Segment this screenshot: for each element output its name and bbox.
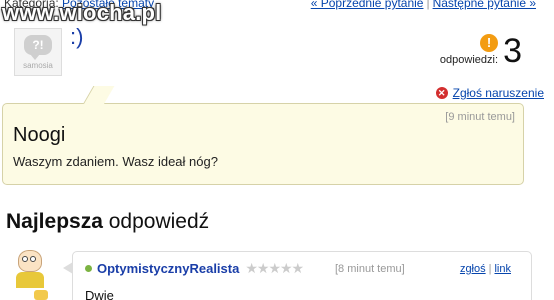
rating-stars: ★★★★★: [245, 260, 304, 276]
avatar-brand: samosia: [23, 60, 53, 70]
report-violation[interactable]: ✕ Zgłoś naruszenie: [435, 86, 544, 100]
answer-actions: zgłoś | link: [460, 263, 511, 275]
warning-icon: !: [480, 34, 498, 52]
avatar-eye-right: [30, 256, 36, 262]
question-author-name[interactable]: :): [70, 24, 83, 50]
answer-author-avatar[interactable]: [10, 248, 50, 288]
question-time: [9 minut temu]: [445, 111, 515, 123]
question-author-avatar[interactable]: ?! samosia: [14, 28, 62, 76]
watermark: www.wiocha.pl: [2, 0, 162, 25]
best-answer-heading-rest: odpowiedź: [102, 210, 210, 233]
answer-text: Dwie: [85, 288, 114, 300]
answer-time: [8 minut temu]: [335, 263, 405, 275]
report-answer-link[interactable]: zgłoś: [460, 263, 486, 275]
avatar-eye-left: [22, 256, 28, 262]
speech-bubble-icon: ?!: [24, 34, 52, 60]
answers-count: 3: [503, 32, 522, 70]
previous-question-link[interactable]: « Poprzednie pytanie: [311, 0, 424, 10]
best-answer-heading-bold: Najlepsza: [6, 210, 103, 233]
question-pager: « Poprzednie pytanie | Następne pytanie »: [311, 0, 536, 10]
pager-separator: |: [426, 0, 430, 10]
best-answer-box: OptymistycznyRealista ★★★★★ [8 minut tem…: [63, 251, 532, 300]
question-box: [9 minut temu] Noogi Waszym zdaniem. Was…: [2, 103, 524, 185]
question-title: Noogi: [13, 124, 66, 146]
thumbs-up-icon[interactable]: [34, 290, 48, 300]
online-dot-icon: [85, 265, 92, 272]
answer-permalink[interactable]: link: [494, 263, 511, 275]
answer-author-line: OptymistycznyRealista ★★★★★: [85, 260, 304, 277]
answers-label: odpowiedzi:: [439, 54, 498, 66]
avatar-body: [16, 272, 44, 288]
answer-author-name[interactable]: OptymistycznyRealista: [97, 261, 239, 276]
best-answer-heading: Najlepsza odpowiedź: [6, 210, 209, 234]
next-question-link[interactable]: Następne pytanie »: [433, 0, 536, 10]
report-violation-link[interactable]: Zgłoś naruszenie: [453, 86, 544, 100]
answer-actions-separator: |: [488, 263, 492, 275]
report-icon: ✕: [435, 87, 448, 99]
question-body: Waszym zdaniem. Wasz ideał nóg?: [13, 154, 218, 169]
